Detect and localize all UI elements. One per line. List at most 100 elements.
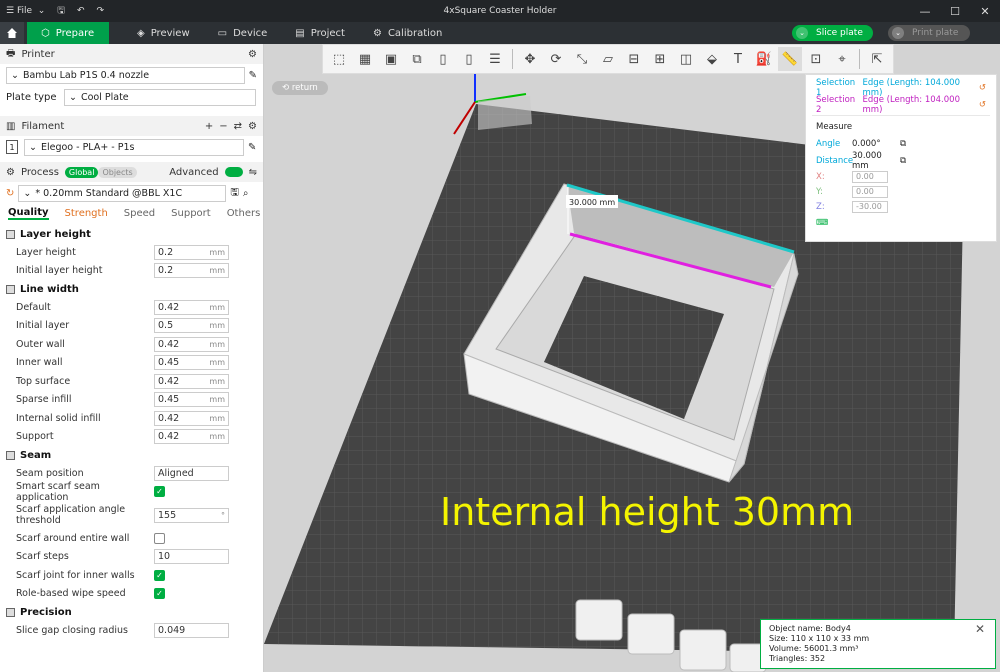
seam-position-select[interactable]: Aligned [154, 465, 229, 481]
rotate-icon[interactable]: ⟳ [544, 47, 568, 71]
objects-toggle[interactable]: Objects [98, 166, 137, 178]
search-icon[interactable]: ⌕ [243, 188, 249, 199]
role-wipe-checkbox[interactable]: ✓ [154, 588, 165, 600]
param-input[interactable]: 0.2 mm [154, 263, 229, 279]
param-value: 0.42 [158, 412, 180, 424]
param-input[interactable]: 0.45 mm [154, 355, 229, 371]
close-button[interactable]: ✕ [970, 0, 1000, 22]
scarf-entire-checkbox[interactable] [154, 532, 165, 544]
tab-prepare[interactable]: ⬡ Prepare [27, 22, 109, 44]
layers-icon[interactable]: ☰ [483, 47, 507, 71]
filament-select[interactable]: ⌄ Elegoo - PLA+ - P1s [24, 138, 244, 156]
cut-icon[interactable]: ⊟ [622, 47, 646, 71]
add-plate-icon[interactable]: ▣ [379, 47, 403, 71]
tab-strength[interactable]: Strength [65, 208, 108, 219]
copy-icon[interactable]: ⧉ [900, 139, 906, 149]
orient-icon[interactable]: ⧉ [405, 47, 429, 71]
copy-icon[interactable]: ⧉ [900, 156, 906, 166]
scarf-steps-input[interactable]: 10 [154, 549, 229, 565]
scale-icon[interactable]: ⤡ [570, 47, 594, 71]
tab-quality[interactable]: Quality [8, 207, 49, 220]
gear-icon[interactable]: ⚙ [248, 121, 257, 132]
param-value: Aligned [158, 467, 194, 479]
layer-icon [6, 229, 15, 239]
assembly-icon[interactable]: ⊡ [804, 47, 828, 71]
scarf-inner-checkbox[interactable]: ✓ [154, 569, 165, 581]
chevron-down-icon: ⌄ [23, 187, 32, 199]
minimize-button[interactable]: — [910, 0, 940, 22]
slice-gap-input[interactable]: 0.049 [154, 622, 229, 638]
print-plate-label: Print plate [912, 28, 959, 38]
keyboard-icon[interactable]: ⌨ [806, 214, 996, 231]
split-icon[interactable]: ▯ [457, 47, 481, 71]
tab-calibration[interactable]: ⚙ Calibration [359, 22, 456, 44]
tab-project[interactable]: ▤ Project [281, 22, 359, 44]
text-icon[interactable]: T [726, 47, 750, 71]
param-value: 0.42 [158, 431, 180, 443]
save-icon[interactable]: 🖫 [51, 0, 71, 22]
file-menu[interactable]: ☰ File ⌄ [0, 0, 51, 22]
param-input[interactable]: 0.42 mm [154, 429, 229, 445]
save-icon[interactable]: 🖫 [230, 185, 239, 202]
home-icon[interactable] [0, 22, 24, 44]
process-preset-select[interactable]: ⌄ * 0.20mm Standard @BBL X1C [18, 184, 227, 202]
param-value: 0.049 [158, 624, 186, 636]
add-object-icon[interactable]: ⬚ [327, 47, 351, 71]
param-input[interactable]: 0.42 mm [154, 336, 229, 352]
param-label: Inner wall [16, 357, 63, 369]
add-icon[interactable]: + [205, 121, 213, 132]
compare-icon[interactable]: ⇋ [249, 167, 257, 178]
distance-value: 30.000 mm [852, 150, 882, 171]
tab-preview[interactable]: ◈ Preview [123, 22, 204, 44]
edit-icon[interactable]: ✎ [248, 142, 256, 153]
tab-speed[interactable]: Speed [124, 208, 155, 219]
tab-device[interactable]: ▭ Device [204, 22, 282, 44]
sync-icon[interactable]: ⇄ [234, 121, 242, 132]
remove-icon[interactable]: − [219, 121, 227, 132]
plate-type-select[interactable]: ⌄ Cool Plate [64, 88, 256, 106]
selection-2-label: Selection 2 [816, 94, 856, 115]
param-input[interactable]: 0.5 mm [154, 318, 229, 334]
smart-scarf-checkbox[interactable]: ✓ [154, 486, 165, 498]
param-scarf-inner: Scarf joint for inner walls ✓ [0, 566, 263, 585]
close-icon[interactable]: ✕ [975, 623, 985, 635]
maximize-button[interactable]: ☐ [940, 0, 970, 22]
gear-icon[interactable]: ⚙ [248, 49, 257, 60]
printer-icon: 🖶 [6, 47, 16, 59]
reset-icon[interactable]: ↺ [979, 100, 986, 110]
param-input[interactable]: 0.42 mm [154, 299, 229, 315]
color-paint-icon[interactable]: ⛽ [752, 47, 776, 71]
measure-icon[interactable]: 📏 [778, 47, 802, 71]
scarf-angle-input[interactable]: 155 ° [154, 507, 229, 523]
chevron-down-icon: ⌄ [892, 27, 904, 39]
printer-select[interactable]: ⌄ Bambu Lab P1S 0.4 nozzle [6, 66, 245, 84]
tab-others[interactable]: Others [227, 208, 261, 219]
grid-plate-icon[interactable]: ▦ [353, 47, 377, 71]
param-input[interactable]: 0.45 mm [154, 392, 229, 408]
reset-icon[interactable]: ↺ [979, 83, 986, 93]
undo-icon[interactable]: ↶ [71, 0, 91, 22]
print-plate-button[interactable]: ⌄ Print plate [888, 25, 971, 41]
param-input[interactable]: 0.42 mm [154, 410, 229, 426]
edit-icon[interactable]: ✎ [249, 70, 257, 81]
return-button[interactable]: ⟲ return [272, 81, 328, 95]
lay-on-face-icon[interactable]: ▱ [596, 47, 620, 71]
support-paint-icon[interactable]: ⬙ [700, 47, 724, 71]
advanced-switch[interactable] [224, 167, 243, 177]
emboss-icon[interactable]: ⌖ [830, 47, 854, 71]
variable-layer-icon[interactable]: ◫ [674, 47, 698, 71]
global-toggle[interactable]: Global [64, 166, 99, 178]
arrange-icon[interactable]: ▯ [431, 47, 455, 71]
param-input[interactable]: 0.42 mm [154, 373, 229, 389]
slice-plate-button[interactable]: ⌄ Slice plate [792, 25, 873, 41]
reset-icon[interactable]: ↻ [6, 188, 14, 199]
move-icon[interactable]: ✥ [518, 47, 542, 71]
mesh-boolean-icon[interactable]: ⊞ [648, 47, 672, 71]
param-label: Initial layer height [16, 265, 103, 277]
tab-support[interactable]: Support [171, 208, 211, 219]
view-icon[interactable]: ⇱ [865, 47, 889, 71]
group-precision: Precision [0, 603, 263, 621]
object-name: Object name: Body4 [769, 624, 851, 633]
redo-icon[interactable]: ↷ [91, 0, 111, 22]
param-input[interactable]: 0.2 mm [154, 244, 229, 260]
